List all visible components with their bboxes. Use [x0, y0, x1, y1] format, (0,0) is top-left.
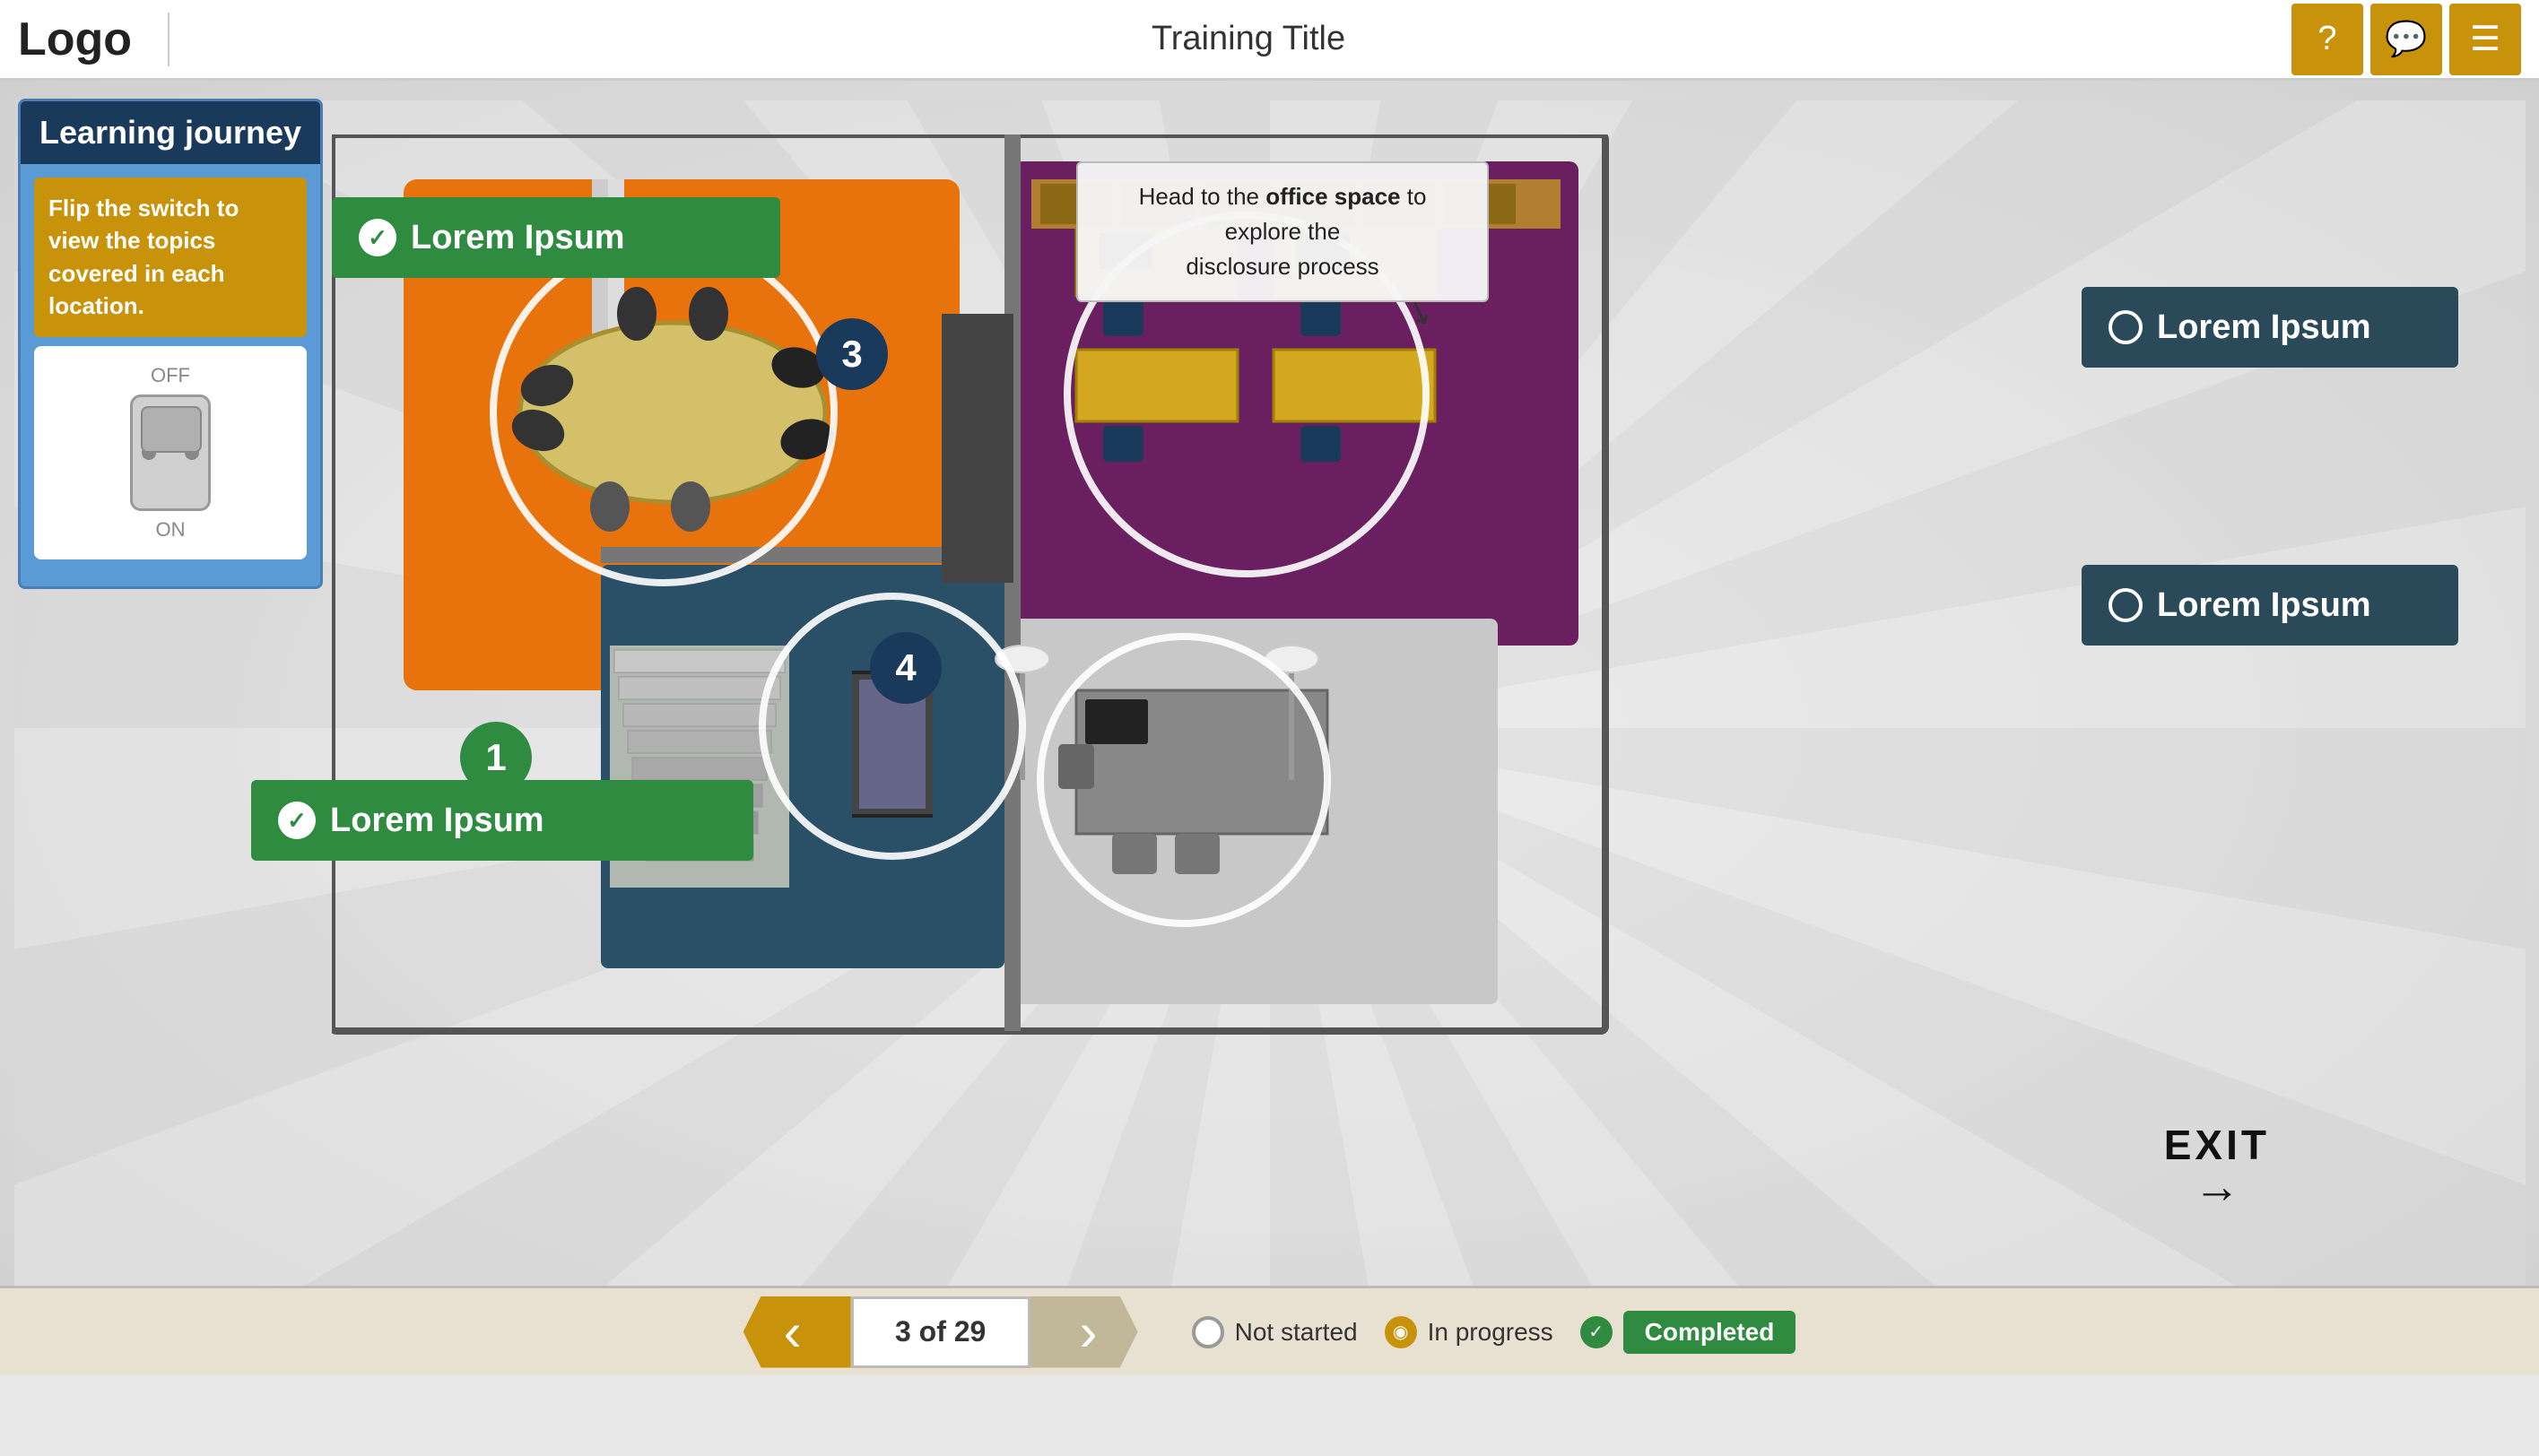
location-label-2[interactable]: ✓ Lorem Ipsum	[332, 197, 780, 278]
header: Logo Training Title ? 💬 ☰	[0, 0, 2539, 81]
radio-icon-3	[2109, 310, 2143, 344]
training-title: Training Title	[205, 20, 2291, 58]
not-started-label: Not started	[1235, 1318, 1358, 1347]
switch-label-on: ON	[156, 518, 186, 542]
callout-tooltip: Head to the office space to explore thed…	[1076, 161, 1489, 302]
location-3-text: Lorem Ipsum	[2157, 308, 2371, 347]
legend-completed: ✓ Completed	[1580, 1311, 1796, 1354]
toggle-switch-area: OFF ON	[34, 346, 307, 559]
location-4-text: Lorem Ipsum	[2157, 586, 2371, 625]
location-badge-3[interactable]: 3	[816, 318, 888, 390]
location-label-3[interactable]: Lorem Ipsum	[2082, 287, 2458, 368]
learning-journey-description: Flip the switch to view the topics cover…	[34, 178, 307, 337]
radio-icon-4	[2109, 588, 2143, 622]
menu-button[interactable]: ☰	[2449, 4, 2521, 75]
main-content: Learning journey Flip the switch to view…	[0, 81, 2539, 1375]
prev-button[interactable]: ‹	[743, 1296, 851, 1368]
in-progress-icon: ◉	[1385, 1316, 1417, 1348]
legend: Not started ◉ In progress ✓ Completed	[1192, 1311, 1796, 1354]
location-2-text: Lorem Ipsum	[411, 219, 625, 257]
legend-not-started: Not started	[1192, 1316, 1358, 1348]
switch-thumb	[141, 406, 202, 453]
switch-label-off: OFF	[151, 364, 190, 387]
switch-body	[130, 394, 211, 511]
callout-text: Head to the office space to explore thed…	[1139, 183, 1427, 280]
in-progress-label: In progress	[1428, 1318, 1553, 1347]
footer: ‹ 3 of 29 › Not started ◉ In progress ✓ …	[0, 1286, 2539, 1375]
location-label-4[interactable]: Lorem Ipsum	[2082, 565, 2458, 646]
learning-journey-panel: Learning journey Flip the switch to view…	[18, 99, 323, 589]
page-counter: 3 of 29	[851, 1296, 1030, 1368]
help-button[interactable]: ?	[2291, 4, 2363, 75]
next-button[interactable]: ›	[1030, 1296, 1138, 1368]
learning-journey-title: Learning journey	[21, 101, 320, 164]
location-badge-4[interactable]: 4	[870, 632, 942, 704]
legend-in-progress: ◉ In progress	[1385, 1316, 1553, 1348]
chat-button[interactable]: 💬	[2370, 4, 2442, 75]
toggle-switch[interactable]	[130, 394, 211, 511]
not-started-icon	[1192, 1316, 1224, 1348]
completed-icon: ✓	[1580, 1316, 1613, 1348]
logo: Logo	[18, 13, 170, 66]
check-icon-1: ✓	[278, 802, 316, 839]
location-label-1[interactable]: ✓ Lorem Ipsum	[251, 780, 753, 861]
check-icon-2: ✓	[359, 219, 396, 256]
completed-label: Completed	[1623, 1311, 1796, 1354]
header-icons: ? 💬 ☰	[2291, 4, 2521, 75]
exit-sign: EXIT →	[2164, 1121, 2270, 1214]
location-1-text: Lorem Ipsum	[330, 802, 544, 840]
